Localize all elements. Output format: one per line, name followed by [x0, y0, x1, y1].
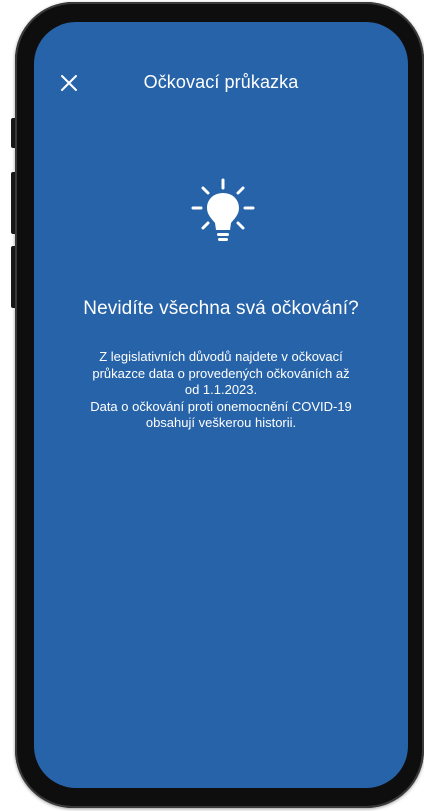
paragraph-line: od 1.1.2023. [184, 382, 258, 397]
top-bar: Očkovací průkazka [34, 66, 408, 102]
paragraph-line: obsahují veškerou historii. [145, 415, 297, 430]
main-heading: Nevidíte všechna svá očkování? [83, 298, 359, 319]
paragraph-line: průkazce data o provedených očkováních a… [92, 365, 350, 381]
paragraph-line: Data o očkování proti onemocnění COVID-1… [90, 398, 352, 414]
device-mockup: Očkovací průkazka Nevidíte všechna svá o… [0, 0, 424, 811]
info-paragraph: Z legislativních důvodů najdete v očkova… [62, 349, 380, 432]
page-title: Očkovací průkazka [143, 72, 299, 92]
paragraph-line: Z legislativních důvodů najdete v očkova… [99, 349, 343, 364]
app-screen: Očkovací průkazka Nevidíte všechna svá o… [34, 22, 408, 788]
lightbulb-icon [191, 178, 255, 241]
